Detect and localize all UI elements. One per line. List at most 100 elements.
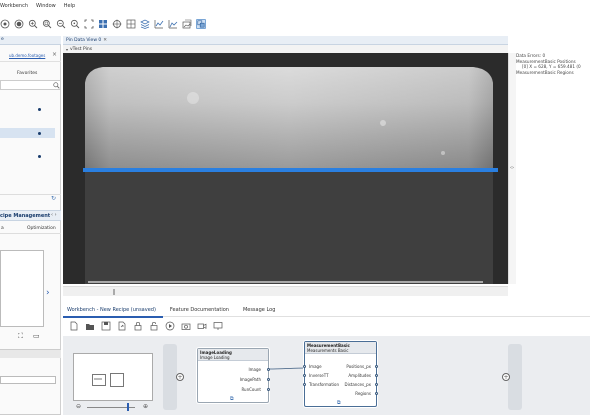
node-preview-icon[interactable]: ⧉ [230, 396, 234, 402]
monitor-icon[interactable]: ▭ [33, 332, 40, 340]
scrollbar-thumb[interactable] [113, 289, 115, 295]
splitter-handle-icon[interactable]: ‹› [510, 165, 514, 171]
search-icon [53, 82, 60, 89]
input-port[interactable] [303, 365, 306, 368]
node-measurement-basic[interactable]: MeasurementBasic Measurements Basic Imag… [303, 341, 378, 407]
insert-column-left[interactable] [163, 344, 177, 410]
info-line-regions: MeasurementBasic Regions [516, 69, 574, 75]
linked-view-icon[interactable] [196, 19, 206, 29]
chevron-left-right-icon[interactable]: ‹ › [51, 212, 57, 218]
zoom-out-icon[interactable] [56, 19, 66, 29]
insert-column-right[interactable] [508, 344, 522, 410]
tab-first[interactable]: a [1, 226, 4, 231]
unlock-icon[interactable] [149, 321, 159, 331]
menu-workbench[interactable]: Workbench [0, 3, 28, 9]
zoom-slider-thumb[interactable] [127, 403, 129, 411]
list-item[interactable] [0, 151, 61, 161]
status-dot [38, 108, 41, 111]
text-field[interactable] [0, 376, 56, 384]
grid-icon[interactable] [98, 19, 108, 29]
tab-optimization[interactable]: Optimization [27, 226, 56, 231]
tab-workbench[interactable]: Workbench - New Recipe (unsaved) [67, 307, 156, 313]
play-icon[interactable] [165, 321, 175, 331]
workbench-canvas[interactable]: ⊖ ⊕ + + ImageLoading Image Loading Image… [63, 336, 590, 415]
info-line-position-value: [0] X = 628, Y = 659.481 (0 [522, 64, 581, 69]
open-folder-icon[interactable] [85, 321, 95, 331]
add-node-right-icon[interactable]: + [502, 373, 510, 381]
zoom-reset-icon[interactable] [70, 19, 80, 29]
crosshair-icon[interactable] [112, 19, 122, 29]
left-panel: e ub.demo.footages × Favorites ↻ cipe Ma… [0, 36, 61, 415]
input-port[interactable] [303, 374, 306, 377]
port-label: RunCount [241, 387, 261, 392]
node-image-loading[interactable]: ImageLoading Image Loading Image ImagePa… [197, 348, 270, 403]
splitter[interactable]: ‹› [508, 53, 516, 284]
node-preview-icon[interactable]: ⧉ [337, 400, 341, 406]
close-tab-icon[interactable]: ✕ [103, 38, 107, 43]
node-header: ImageLoading Image Loading [198, 349, 268, 361]
refresh-row: ↻ [0, 194, 61, 203]
zoom-in-icon[interactable]: ⊕ [143, 403, 148, 410]
output-port[interactable] [375, 383, 378, 386]
save-icon[interactable] [101, 321, 111, 331]
view-subtitle: vTest Pins [70, 46, 93, 52]
minimap-node [110, 373, 124, 387]
zoom-out-icon[interactable]: ⊖ [76, 403, 81, 410]
source-link-row: ub.demo.footages × [0, 48, 61, 62]
fit-icon[interactable]: ⛶ [18, 332, 23, 341]
output-port[interactable] [267, 388, 270, 391]
zoom-in-icon[interactable] [28, 19, 38, 29]
record-icon[interactable] [14, 19, 24, 29]
node-subtitle: Image Loading [200, 355, 230, 360]
line-chart-icon[interactable] [154, 19, 164, 29]
menu-window[interactable]: Window [36, 3, 56, 9]
lock-icon[interactable] [133, 321, 143, 331]
source-link[interactable]: ub.demo.footages [9, 53, 45, 58]
new-file-icon[interactable] [69, 321, 79, 331]
image-viewer[interactable] [63, 53, 508, 284]
video-icon[interactable] [197, 321, 207, 331]
zoom-fit-icon[interactable] [42, 19, 52, 29]
tab-message-log[interactable]: Message Log [243, 307, 275, 313]
output-port[interactable] [267, 378, 270, 381]
tab-pin-data-view[interactable]: Pin Data View 0 [63, 38, 101, 43]
port-label: ImagePath [239, 377, 261, 382]
left-panel-tab[interactable]: e [0, 36, 61, 45]
connection-line [268, 367, 308, 370]
status-dot [38, 132, 41, 135]
menu-bar: Workbench Window Help [0, 0, 590, 12]
inspection-image [63, 53, 508, 284]
list-item[interactable] [0, 128, 55, 138]
menu-help[interactable]: Help [64, 3, 75, 9]
horizontal-scrollbar[interactable] [63, 286, 508, 296]
port-label: InverseTT [309, 373, 329, 378]
output-port[interactable] [375, 374, 378, 377]
display-icon[interactable] [213, 321, 223, 331]
add-node-left-icon[interactable]: + [176, 373, 184, 381]
workbench-toolbar [63, 319, 590, 333]
view-tab-bar: Pin Data View 0 ✕ [63, 36, 508, 45]
output-port[interactable] [375, 365, 378, 368]
list-item[interactable] [0, 104, 61, 114]
refresh-icon[interactable]: ↻ [51, 195, 56, 202]
fit-view-icon[interactable] [84, 19, 94, 29]
recipe-management-label: cipe Management [0, 213, 51, 219]
image-stack-icon[interactable] [182, 19, 192, 29]
minimap[interactable] [73, 353, 153, 401]
export-icon[interactable] [117, 321, 127, 331]
area-chart-icon[interactable] [168, 19, 178, 29]
tab-feature-documentation[interactable]: Feature Documentation [170, 307, 229, 313]
chevron-right-icon[interactable]: › [46, 288, 50, 298]
recipe-management-tab[interactable]: cipe Management ‹ › [0, 210, 61, 221]
recipe-tabs: a Optimization [0, 224, 61, 234]
search-input[interactable] [0, 80, 61, 90]
input-port[interactable] [303, 383, 306, 386]
output-port[interactable] [375, 392, 378, 395]
port-label: Image [309, 364, 322, 369]
table-grid-icon[interactable] [126, 19, 136, 29]
favorites-label: Favorites [17, 71, 38, 76]
layers-icon[interactable] [140, 19, 150, 29]
close-icon[interactable]: × [52, 51, 57, 58]
target-icon[interactable] [0, 19, 10, 29]
camera-icon[interactable] [181, 321, 191, 331]
